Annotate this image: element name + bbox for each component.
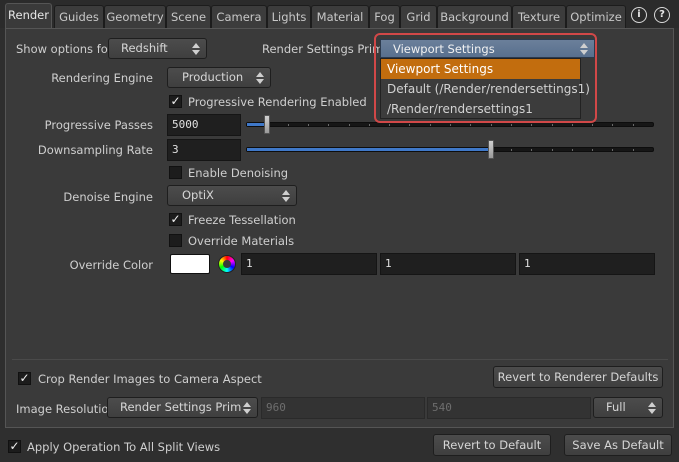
slider-tick xyxy=(511,124,512,126)
rendering-engine-value: Production xyxy=(182,70,244,84)
dropdown-option[interactable]: Viewport Settings xyxy=(381,59,580,79)
slider-handle[interactable] xyxy=(488,140,494,159)
image-resolution-scale-menu[interactable]: Full xyxy=(593,397,663,418)
image-resolution-mode: Render Settings Prim xyxy=(120,400,242,414)
apply-all-split-label: Apply Operation To All Split Views xyxy=(27,440,221,454)
revert-renderer-defaults-button[interactable]: Revert to Renderer Defaults xyxy=(493,366,663,388)
save-as-default-button[interactable]: Save As Default xyxy=(564,434,672,456)
slider-tick xyxy=(450,124,451,126)
slider-tick xyxy=(389,124,390,126)
tab-optimize[interactable]: Optimize xyxy=(566,5,626,28)
dropdown-option[interactable]: /Render/rendersettings1 xyxy=(381,99,580,119)
downsampling-rate-slider[interactable] xyxy=(246,140,654,159)
freeze-tessellation-label: Freeze Tessellation xyxy=(188,213,296,227)
progressive-rendering-label: Progressive Rendering Enabled xyxy=(188,95,367,109)
image-resolution-menu[interactable]: Render Settings Prim xyxy=(107,397,258,418)
override-materials-checkbox[interactable] xyxy=(169,234,182,247)
override-color-swatch[interactable] xyxy=(170,254,210,274)
tab-camera[interactable]: Camera xyxy=(211,5,267,28)
progressive-passes-field[interactable]: 5000 xyxy=(167,114,241,136)
downsampling-rate-label: Downsampling Rate xyxy=(37,143,153,157)
render-settings-prim-label: Render Settings Prim xyxy=(262,42,384,56)
updown-arrows-icon xyxy=(282,190,290,202)
revert-to-default-button[interactable]: Revert to Default xyxy=(433,434,551,456)
render-settings-prim-value: Viewport Settings xyxy=(393,42,495,56)
override-color-r-field[interactable]: 1 xyxy=(241,253,377,275)
image-resolution-label: Image Resolution xyxy=(16,402,116,416)
enable-denoising-checkbox[interactable] xyxy=(169,166,182,179)
slider-tick xyxy=(612,149,613,151)
info-icon[interactable]: i xyxy=(631,7,647,23)
image-resolution-height-field: 540 xyxy=(427,397,591,419)
updown-arrows-icon xyxy=(243,402,251,414)
tab-lights[interactable]: Lights xyxy=(267,5,311,28)
image-resolution-width-field: 960 xyxy=(261,397,425,419)
slider-tick xyxy=(531,124,532,126)
tab-texture[interactable]: Texture xyxy=(512,5,566,28)
slider-tick xyxy=(369,124,370,126)
color-wheel-icon[interactable] xyxy=(218,255,236,273)
dropdown-option[interactable]: Default (/Render/rendersettings1) xyxy=(381,79,590,99)
slider-fill xyxy=(247,148,491,151)
slider-tick xyxy=(288,124,289,126)
tab-grid[interactable]: Grid xyxy=(400,5,437,28)
apply-all-split-checkbox[interactable]: ✓ xyxy=(8,440,21,453)
progressive-passes-label: Progressive Passes xyxy=(44,118,153,132)
slider-tick xyxy=(349,124,350,126)
slider-tick xyxy=(592,124,593,126)
show-options-value: Redshift xyxy=(121,41,168,55)
slider-tick xyxy=(430,124,431,126)
tab-geometry[interactable]: Geometry xyxy=(104,5,166,28)
tab-bar: Render Guides Geometry Scene Camera Ligh… xyxy=(0,0,679,29)
render-settings-prim-dropdown-list: Viewport Settings Default (/Render/rende… xyxy=(380,58,590,119)
freeze-tessellation-checkbox[interactable]: ✓ xyxy=(169,213,182,226)
updown-arrows-icon xyxy=(580,43,588,55)
slider-tick xyxy=(633,149,634,151)
downsampling-rate-field[interactable]: 3 xyxy=(167,139,241,161)
show-options-label: Show options for xyxy=(16,42,113,56)
slider-tick xyxy=(612,124,613,126)
slider-tick xyxy=(328,124,329,126)
tab-render[interactable]: Render xyxy=(5,3,52,29)
slider-tick xyxy=(552,149,553,151)
denoise-engine-value: OptiX xyxy=(182,188,214,202)
enable-denoising-label: Enable Denoising xyxy=(188,166,289,180)
slider-tick xyxy=(308,124,309,126)
denoise-engine-menu[interactable]: OptiX xyxy=(167,185,297,206)
override-color-g-field[interactable]: 1 xyxy=(380,253,516,275)
updown-arrows-icon xyxy=(256,72,264,84)
section-divider xyxy=(12,359,668,360)
slider-tick xyxy=(552,124,553,126)
slider-handle[interactable] xyxy=(264,115,270,134)
slider-tick xyxy=(572,149,573,151)
tab-guides[interactable]: Guides xyxy=(54,5,104,28)
render-settings-prim-menu[interactable]: Viewport Settings xyxy=(380,39,595,58)
updown-arrows-icon xyxy=(648,402,656,414)
crop-render-checkbox[interactable]: ✓ xyxy=(18,372,31,385)
slider-tick xyxy=(633,124,634,126)
slider-tick xyxy=(531,149,532,151)
updown-arrows-icon xyxy=(192,43,200,55)
image-resolution-scale: Full xyxy=(606,400,626,414)
show-options-menu[interactable]: Redshift xyxy=(108,38,207,59)
slider-tick xyxy=(572,124,573,126)
tab-material[interactable]: Material xyxy=(311,5,369,28)
slider-tick xyxy=(592,149,593,151)
tab-fog[interactable]: Fog xyxy=(369,5,400,28)
crop-render-label: Crop Render Images to Camera Aspect xyxy=(38,372,262,386)
tab-background[interactable]: Background xyxy=(437,5,512,28)
progressive-rendering-checkbox[interactable]: ✓ xyxy=(169,95,182,108)
rendering-engine-menu[interactable]: Production xyxy=(167,67,271,88)
override-color-b-field[interactable]: 1 xyxy=(519,253,655,275)
rendering-engine-label: Rendering Engine xyxy=(51,71,153,85)
slider-tick xyxy=(511,149,512,151)
slider-tick xyxy=(409,124,410,126)
tab-scene[interactable]: Scene xyxy=(166,5,211,28)
override-color-label: Override Color xyxy=(69,258,153,272)
slider-tick xyxy=(470,124,471,126)
slider-tick xyxy=(491,124,492,126)
override-materials-label: Override Materials xyxy=(188,234,295,248)
denoise-engine-label: Denoise Engine xyxy=(63,190,153,204)
help-icon[interactable]: ? xyxy=(654,7,670,23)
